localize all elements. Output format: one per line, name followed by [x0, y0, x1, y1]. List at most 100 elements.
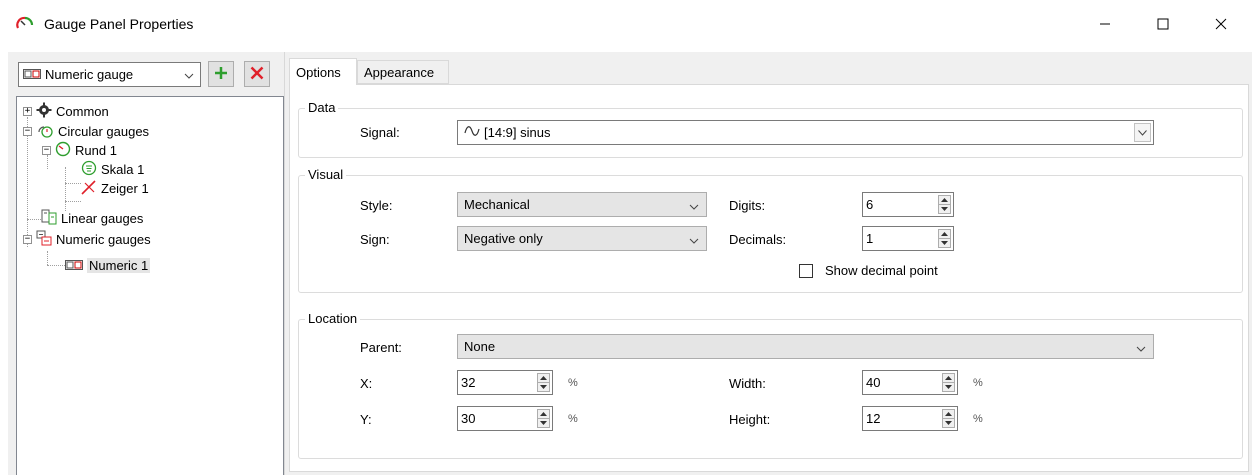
tree-item-linear-gauges[interactable]: Linear gauges: [41, 209, 143, 227]
tree-item-label: Zeiger 1: [101, 180, 149, 196]
minimize-button[interactable]: [1082, 8, 1128, 40]
tab-label: Options: [296, 64, 341, 80]
height-value: 12: [866, 411, 881, 426]
close-button[interactable]: [1198, 8, 1244, 40]
tree-connector: [65, 201, 81, 202]
tree-item-common[interactable]: + Common: [23, 102, 109, 120]
tree-item-label: Linear gauges: [61, 210, 144, 226]
increment-button[interactable]: [938, 195, 951, 204]
group-title: Visual: [305, 167, 347, 182]
gauge-type-select[interactable]: Numeric gauge: [18, 62, 201, 87]
width-unit: %: [973, 377, 983, 389]
width-stepper[interactable]: 40: [862, 370, 958, 395]
decrement-button[interactable]: [938, 204, 951, 214]
show-decimal-point-checkbox[interactable]: [799, 264, 813, 278]
style-select[interactable]: Mechanical: [457, 192, 707, 217]
gauge-tree[interactable]: + Common − Circular gauges − Rund 1 Skal…: [16, 96, 284, 475]
group-title: Location: [305, 311, 361, 326]
decrement-button[interactable]: [537, 418, 550, 428]
decimals-label: Decimals:: [729, 232, 787, 247]
increment-button[interactable]: [942, 409, 955, 418]
signal-value: [14:9] sinus: [484, 125, 551, 140]
data-group: Data Signal: [14:9] sinus: [298, 100, 1243, 158]
decrement-button[interactable]: [942, 418, 955, 428]
width-label: Width:: [729, 376, 766, 391]
numeric-gauges-icon: [36, 230, 52, 249]
tree-item-label: Numeric gauges: [56, 231, 151, 247]
signal-label: Signal:: [360, 125, 400, 140]
circular-gauges-icon: [36, 122, 54, 141]
group-title: Data: [305, 100, 339, 115]
parent-value: None: [464, 339, 496, 354]
increment-button[interactable]: [938, 229, 951, 238]
options-tab-panel: Data Signal: [14:9] sinus Visual Style: …: [289, 84, 1249, 472]
collapse-icon[interactable]: −: [42, 145, 51, 155]
maximize-button[interactable]: [1140, 8, 1186, 40]
chevron-down-icon: [689, 200, 699, 215]
left-panel: Numeric gauge + Common − Circular gauges…: [8, 52, 284, 475]
tree-item-label: Circular gauges: [58, 123, 150, 139]
gauge-type-value: Numeric gauge: [45, 67, 134, 82]
width-value: 40: [866, 375, 881, 390]
decrement-button[interactable]: [537, 382, 550, 392]
tree-item-circular-gauges[interactable]: − Circular gauges: [23, 122, 149, 140]
tree-item-label: Common: [56, 103, 109, 119]
parent-select[interactable]: None: [457, 334, 1154, 359]
decimals-stepper[interactable]: 1: [862, 226, 954, 251]
title-bar: Gauge Panel Properties: [0, 0, 1252, 48]
collapse-icon[interactable]: −: [23, 126, 32, 136]
location-group: Location Parent: None X: 32 % Y: 30 % Wi…: [298, 311, 1243, 459]
collapse-icon[interactable]: −: [23, 234, 32, 244]
style-label: Style:: [360, 198, 393, 213]
visual-group: Visual Style: Mechanical Sign: Negative …: [298, 167, 1243, 293]
height-stepper[interactable]: 12: [862, 406, 958, 431]
y-value: 30: [461, 411, 476, 426]
parent-label: Parent:: [360, 340, 402, 355]
increment-button[interactable]: [942, 373, 955, 382]
gear-icon: [36, 102, 52, 121]
scale-icon: [81, 160, 97, 179]
decrement-button[interactable]: [942, 382, 955, 392]
signal-combo[interactable]: [14:9] sinus: [457, 120, 1154, 145]
chevron-down-icon: [184, 69, 194, 84]
digits-stepper[interactable]: 6: [862, 192, 954, 217]
x-unit: %: [568, 377, 578, 389]
tab-options[interactable]: Options: [289, 58, 357, 85]
tab-appearance[interactable]: Appearance: [357, 60, 449, 84]
y-stepper[interactable]: 30: [457, 406, 553, 431]
tree-item-rund-1[interactable]: − Rund 1: [42, 141, 117, 159]
tree-item-numeric-1[interactable]: Numeric 1: [65, 256, 151, 274]
x-value: 32: [461, 375, 476, 390]
tree-connector: [47, 251, 48, 265]
tree-item-label: Numeric 1: [87, 257, 151, 273]
tab-label: Appearance: [364, 64, 435, 80]
increment-button[interactable]: [537, 373, 550, 382]
sign-select[interactable]: Negative only: [457, 226, 707, 251]
sign-value: Negative only: [464, 231, 543, 246]
x-label: X:: [360, 376, 373, 391]
chevron-down-icon: [689, 234, 699, 249]
show-decimal-point-label[interactable]: Show decimal point: [825, 263, 938, 278]
gauge-icon: [55, 141, 71, 160]
decrement-button[interactable]: [938, 238, 951, 248]
x-stepper[interactable]: 32: [457, 370, 553, 395]
linear-gauge-icon: [41, 209, 57, 228]
signal-dropdown-button[interactable]: [1134, 123, 1151, 142]
tree-item-numeric-gauges[interactable]: − Numeric gauges: [23, 230, 151, 248]
delete-button[interactable]: [244, 61, 270, 87]
chevron-down-icon: [1136, 342, 1146, 357]
tree-item-skala-1[interactable]: Skala 1: [81, 160, 144, 178]
tree-item-zeiger-1[interactable]: Zeiger 1: [81, 179, 149, 197]
y-unit: %: [568, 413, 578, 425]
sine-wave-icon: [464, 125, 480, 140]
tree-connector: [27, 219, 41, 220]
tree-connector: [47, 265, 65, 266]
digits-label: Digits:: [729, 198, 766, 213]
increment-button[interactable]: [537, 409, 550, 418]
height-unit: %: [973, 413, 983, 425]
numeric-gauge-icon: [23, 67, 41, 82]
tree-item-label: Rund 1: [75, 142, 117, 158]
add-button[interactable]: [208, 61, 234, 87]
right-panel: Options Appearance Data Signal: [14:9] s…: [284, 52, 1252, 475]
expand-icon[interactable]: +: [23, 106, 32, 116]
